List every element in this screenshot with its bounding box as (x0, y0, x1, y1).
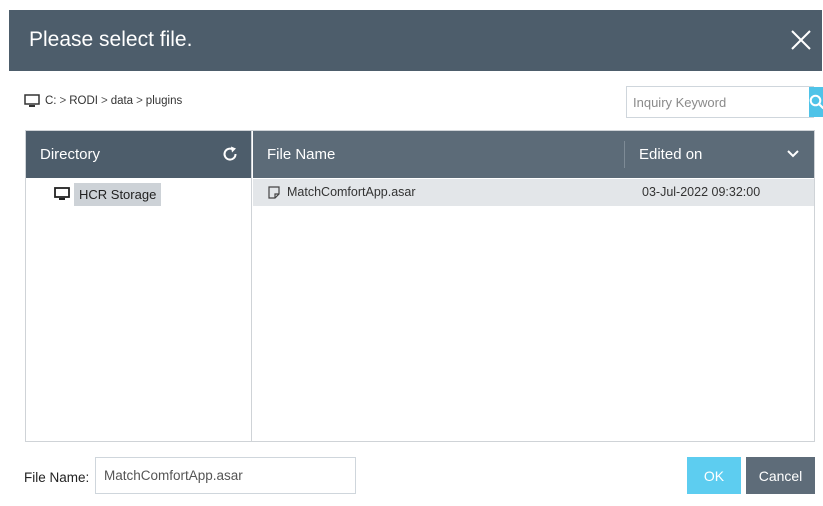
file-row[interactable]: MatchComfortApp.asar 03-Jul-2022 09:32:0… (253, 179, 814, 206)
breadcrumb-separator: > (59, 95, 67, 107)
file-name: MatchComfortApp.asar (287, 185, 416, 199)
computer-icon (24, 94, 40, 107)
dialog-title: Please select file. (29, 28, 193, 51)
search-button[interactable] (809, 87, 823, 117)
file-name-input[interactable] (95, 457, 356, 494)
breadcrumb: C: > RODI > data > plugins (24, 92, 182, 110)
directory-header-label: Directory (40, 146, 101, 163)
computer-icon (54, 187, 70, 200)
search-input[interactable] (627, 87, 809, 117)
directory-item-hcr-storage[interactable]: HCR Storage (54, 182, 162, 206)
file-edited-date: 03-Jul-2022 09:32:00 (642, 185, 761, 199)
directory-item-label: HCR Storage (74, 182, 162, 206)
column-edited-on[interactable]: Edited on (639, 146, 702, 163)
column-divider (624, 141, 625, 168)
breadcrumb-segment-drive[interactable]: C: (45, 95, 57, 107)
close-icon[interactable] (788, 27, 814, 53)
dialog-titlebar: Please select file. (9, 10, 822, 71)
search-icon (809, 94, 823, 110)
file-name-label: File Name: (24, 470, 90, 485)
directory-header: Directory (26, 131, 251, 178)
breadcrumb-segment-data[interactable]: data (111, 95, 133, 107)
directory-pane: Directory HCR Storage (26, 131, 252, 441)
file-pane: File Name Edited on MatchComfortApp.asar… (253, 131, 814, 441)
browser-panel: Directory HCR Storage File Name Edited o… (25, 130, 815, 442)
search-box (626, 86, 823, 118)
ok-button[interactable]: OK (687, 457, 741, 494)
breadcrumb-segment-rodi[interactable]: RODI (69, 95, 98, 107)
breadcrumb-segment-plugins[interactable]: plugins (146, 95, 182, 107)
cancel-button[interactable]: Cancel (746, 457, 815, 494)
breadcrumb-separator: > (136, 95, 143, 107)
refresh-icon[interactable] (221, 145, 239, 163)
file-icon (268, 186, 280, 199)
chevron-down-icon[interactable] (786, 149, 800, 159)
file-list-header: File Name Edited on (253, 131, 814, 178)
column-file-name[interactable]: File Name (267, 146, 335, 163)
file-select-dialog: Please select file. C: > RODI > data > p… (9, 10, 823, 506)
breadcrumb-separator: > (100, 95, 108, 107)
